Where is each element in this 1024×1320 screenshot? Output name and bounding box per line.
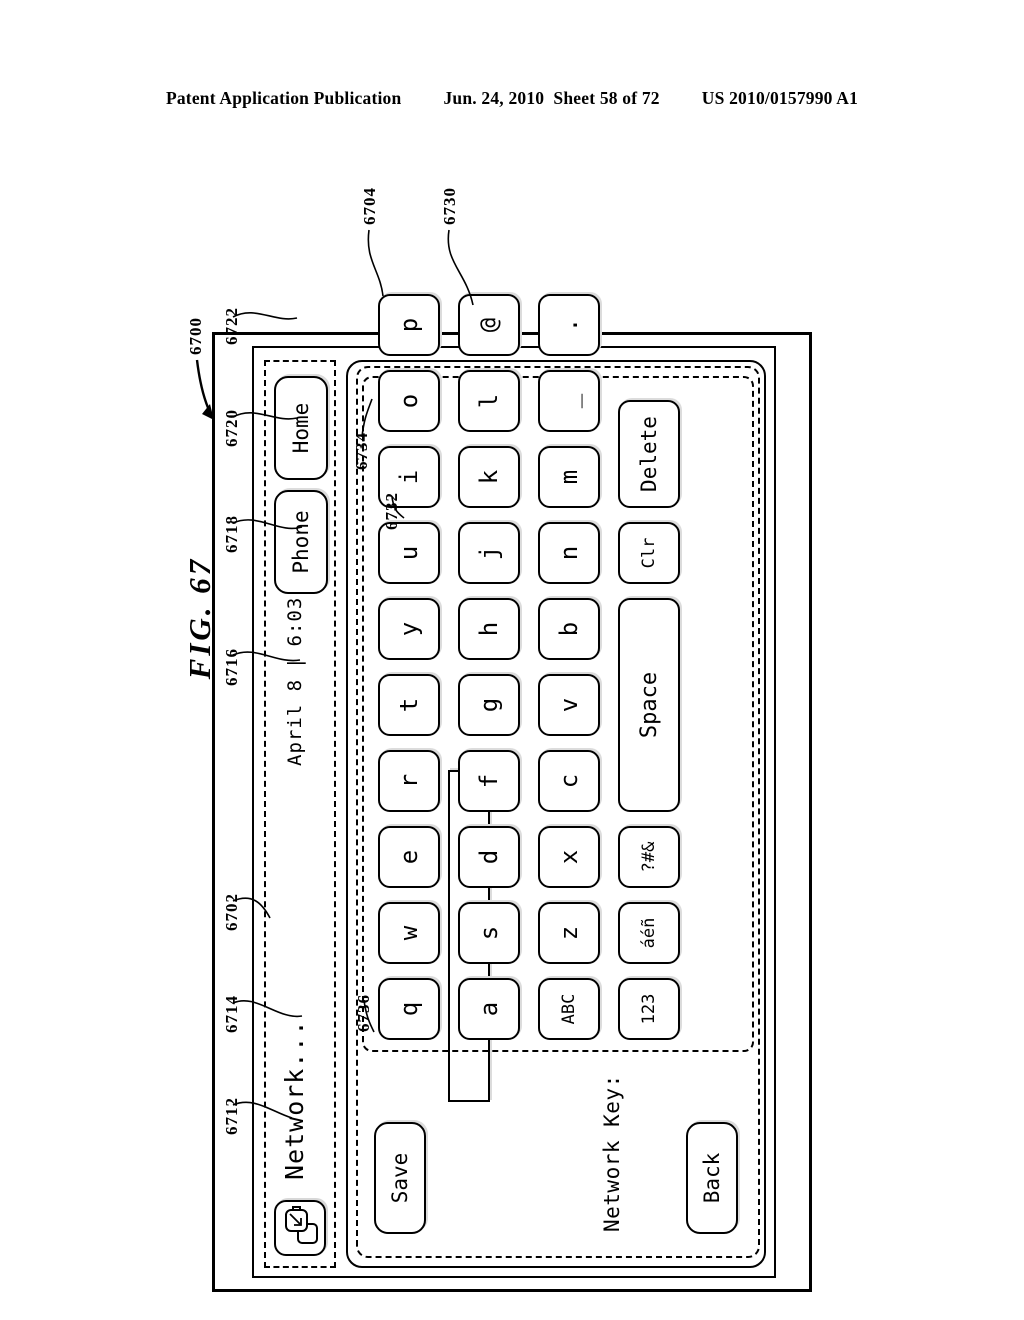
key-m[interactable]: m [538, 446, 600, 508]
restore-window-icon [285, 1206, 319, 1244]
key-123[interactable]: 123 [618, 978, 680, 1040]
arrow-down-left-icon [289, 1213, 302, 1226]
ref-6732: 6732 [382, 492, 401, 530]
publication-date: Jun. 24, 2010 [443, 88, 545, 108]
key-y[interactable]: y [378, 598, 440, 660]
key-h[interactable]: h [458, 598, 520, 660]
key-f[interactable]: f [458, 750, 520, 812]
publication-date-sheet: Jun. 24, 2010 Sheet 58 of 72 [443, 88, 659, 109]
key-a[interactable]: a [458, 978, 520, 1040]
key-o[interactable]: o [378, 370, 440, 432]
key-c[interactable]: c [538, 750, 600, 812]
home-button[interactable]: Home [274, 376, 328, 480]
key-s[interactable]: s [458, 902, 520, 964]
key-x[interactable]: x [538, 826, 600, 888]
publication-number: US 2010/0157990 A1 [701, 88, 859, 108]
phone-button[interactable]: Phone [274, 490, 328, 594]
key-w[interactable]: w [378, 902, 440, 964]
key-underscore[interactable]: _ [538, 370, 600, 432]
key-delete[interactable]: Delete [618, 400, 680, 508]
ref-6704: 6704 [360, 187, 379, 225]
status-title: Network... [280, 1019, 309, 1180]
key-e[interactable]: e [378, 826, 440, 888]
key-period[interactable]: . [538, 294, 600, 356]
key-z[interactable]: z [538, 902, 600, 964]
key-l[interactable]: l [458, 370, 520, 432]
key-j[interactable]: j [458, 522, 520, 584]
key-u[interactable]: u [378, 522, 440, 584]
keyboard-row-0: q w e r t y u i o p [378, 294, 448, 1040]
ref-6736: 6736 [354, 994, 373, 1032]
key-p[interactable]: p [378, 294, 440, 356]
key-b[interactable]: b [538, 598, 600, 660]
keyboard-row-2: ABC z x c v b n m _ . [538, 294, 608, 1040]
ref-6718: 6718 [222, 515, 241, 553]
ref-6730: 6730 [440, 187, 459, 225]
publication-header: Patent Application Publication Jun. 24, 2… [0, 88, 1024, 109]
device-illustration: Network... April 8|6:03 PM Phone Home Sa… [212, 294, 812, 1292]
key-n[interactable]: n [538, 522, 600, 584]
key-d[interactable]: d [458, 826, 520, 888]
ref-6722: 6722 [222, 307, 241, 345]
ref-6720: 6720 [222, 409, 241, 447]
status-date: April 8 [284, 678, 306, 766]
network-key-form: Save Back Network Key: [364, 1062, 752, 1248]
publication-type: Patent Application Publication [165, 88, 402, 108]
key-t[interactable]: t [378, 674, 440, 736]
key-accents[interactable]: áéñ [618, 902, 680, 964]
ref-6734: 6734 [352, 432, 371, 470]
sheet-number: Sheet 58 of 72 [553, 88, 660, 108]
key-symbols[interactable]: ?#& [618, 826, 680, 888]
ref-6712: 6712 [222, 1097, 241, 1135]
network-key-label: Network Key: [600, 1074, 624, 1232]
key-abc[interactable]: ABC [538, 978, 600, 1040]
ref-6714: 6714 [222, 995, 241, 1033]
key-space[interactable]: Space [618, 598, 680, 812]
key-at[interactable]: @ [458, 294, 520, 356]
main-panel: Save Back Network Key: q w e r t y u i o… [346, 294, 766, 1268]
save-button[interactable]: Save [374, 1122, 426, 1234]
key-q[interactable]: q [378, 978, 440, 1040]
status-bar-group: Network... April 8|6:03 PM Phone Home [264, 360, 336, 1268]
on-screen-keyboard: q w e r t y u i o p a s d f g h j k l @ … [362, 294, 754, 1052]
key-g[interactable]: g [458, 674, 520, 736]
keyboard-row-3: 123 áéñ ?#& Space Clr Delete [618, 384, 688, 1040]
restore-window-button[interactable] [274, 1200, 326, 1256]
status-separator: | [284, 656, 306, 669]
key-r[interactable]: r [378, 750, 440, 812]
ref-6700: 6700 [186, 317, 205, 355]
back-button[interactable]: Back [686, 1122, 738, 1234]
keyboard-row-1: a s d f g h j k l @ [458, 294, 528, 1040]
window-tab [292, 1206, 301, 1211]
ref-6716: 6716 [222, 648, 241, 686]
ref-6702: 6702 [222, 893, 241, 931]
key-clr[interactable]: Clr [618, 522, 680, 584]
key-v[interactable]: v [538, 674, 600, 736]
key-k[interactable]: k [458, 446, 520, 508]
